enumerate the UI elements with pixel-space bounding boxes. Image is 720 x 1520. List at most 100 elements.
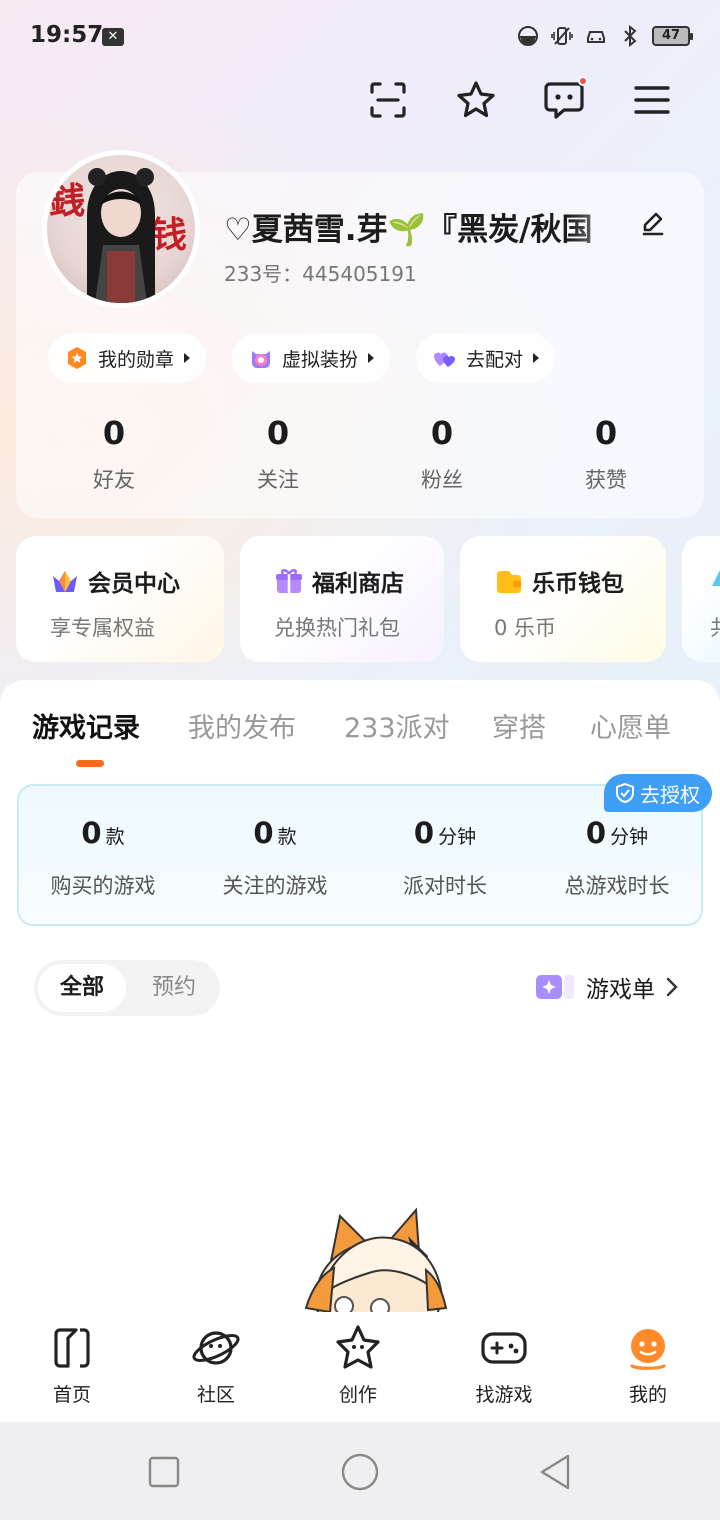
partial-feature-card[interactable]: 共 xyxy=(682,536,720,662)
stat-value: 0 xyxy=(102,414,126,452)
record-label: 总游戏时长 xyxy=(564,874,670,898)
nav-label: 找游戏 xyxy=(475,1384,533,1406)
tab-233-party[interactable]: 233派对 xyxy=(344,706,450,745)
record-filter: 全部 预约 xyxy=(34,960,220,1016)
sparkle-icon xyxy=(536,975,574,999)
gamepad-icon xyxy=(481,1332,527,1364)
edit-icon[interactable] xyxy=(640,210,666,236)
car-icon xyxy=(587,31,605,43)
bluetooth-icon xyxy=(624,24,637,48)
match-chip[interactable]: 去配对 xyxy=(416,333,556,383)
partial-feature-icon xyxy=(712,570,720,586)
nav-create[interactable]: 创作 xyxy=(308,1322,408,1407)
authorize-label: 去授权 xyxy=(640,782,700,807)
mascot-illustration xyxy=(304,1207,448,1312)
tab-wishlist[interactable]: 心愿单 xyxy=(590,706,671,745)
stat-fans[interactable]: 0 粉丝 xyxy=(372,414,512,494)
chip-arrow-icon xyxy=(533,353,540,363)
filter-reserve[interactable]: 预约 xyxy=(134,964,214,1012)
record-label: 派对时长 xyxy=(403,874,487,898)
record-purchased-games[interactable]: 0款 购买的游戏 xyxy=(18,816,188,900)
avatar-dressup-chip[interactable]: 虚拟装扮 xyxy=(232,333,391,383)
data-saver-icon xyxy=(518,26,538,46)
chip-arrow-icon xyxy=(184,353,191,363)
welfare-shop-card[interactable]: 福利商店 兑换热门礼包 xyxy=(240,536,444,662)
feature-subtitle: 共 xyxy=(710,612,720,642)
tab-game-records[interactable]: 游戏记录 xyxy=(32,706,140,745)
scan-icon[interactable] xyxy=(366,78,410,122)
avatar[interactable]: 銭 钱 xyxy=(42,150,200,308)
record-value: 0 xyxy=(413,816,435,850)
status-icons: 47 xyxy=(516,24,693,48)
record-value: 0 xyxy=(81,816,102,850)
stat-friends[interactable]: 0 好友 xyxy=(44,414,184,494)
medal-icon xyxy=(68,347,86,369)
feature-subtitle: 享专属权益 xyxy=(50,616,155,640)
user-id: 233号：445405191 xyxy=(224,262,417,286)
gift-icon xyxy=(276,569,302,593)
star-favorites-icon[interactable] xyxy=(454,78,498,122)
match-label: 去配对 xyxy=(466,348,524,371)
filter-all[interactable]: 全部 xyxy=(38,964,126,1012)
tab-my-posts[interactable]: 我的发布 xyxy=(188,706,296,745)
home-circle-icon[interactable] xyxy=(340,1452,380,1492)
record-total-game-time[interactable]: 0 分钟 总游戏时长 xyxy=(532,816,702,900)
game-list-label: 游戏单 xyxy=(586,977,655,1003)
nav-mine[interactable]: 我的 xyxy=(598,1322,698,1407)
stat-value: 0 xyxy=(266,414,290,452)
status-bar: 19:57 ✕ 47 xyxy=(0,0,720,72)
record-label: 关注的游戏 xyxy=(222,874,328,898)
back-icon[interactable] xyxy=(536,1452,576,1492)
vibrate-icon xyxy=(551,27,573,45)
nav-find-games[interactable]: 找游戏 xyxy=(454,1322,554,1407)
menu-icon[interactable] xyxy=(630,78,674,122)
record-party-time[interactable]: 0 分钟 派对时长 xyxy=(360,816,530,900)
star-create-icon xyxy=(336,1325,380,1369)
unread-dot xyxy=(578,76,588,86)
stat-likes[interactable]: 0 获赞 xyxy=(536,414,676,494)
nav-home[interactable]: 首页 xyxy=(22,1322,122,1407)
stat-label: 关注 xyxy=(257,468,299,492)
avatar-image: 銭 钱 xyxy=(47,155,195,303)
game-list-link[interactable]: 游戏单 xyxy=(536,970,679,1004)
medal-label: 我的勋章 xyxy=(98,348,175,371)
stat-label: 粉丝 xyxy=(421,468,463,492)
medal-chip[interactable]: 我的勋章 xyxy=(48,333,207,383)
vip-center-card[interactable]: 会员中心 享专属权益 xyxy=(16,536,224,662)
stat-value: 0 xyxy=(430,414,454,452)
nav-community[interactable]: 社区 xyxy=(166,1322,266,1407)
feature-title: 会员中心 xyxy=(88,571,180,597)
planet-icon xyxy=(192,1331,240,1365)
nav-label: 社区 xyxy=(196,1384,235,1406)
record-unit: 款 xyxy=(105,826,125,848)
feature-subtitle: 兑换热门礼包 xyxy=(274,616,400,640)
chip-arrow-icon xyxy=(368,353,375,363)
record-unit: 分钟 xyxy=(610,826,649,848)
empty-state-mascot xyxy=(300,1196,460,1312)
coin-wallet-card[interactable]: 乐币钱包 0 乐币 xyxy=(460,536,666,662)
shield-check-icon xyxy=(616,782,634,804)
stat-following[interactable]: 0 关注 xyxy=(208,414,348,494)
recent-apps-icon[interactable] xyxy=(144,1452,184,1492)
record-value: 0 xyxy=(585,816,607,850)
wallet-icon xyxy=(497,571,521,593)
dressup-icon xyxy=(252,351,270,368)
authorize-button[interactable]: 去授权 xyxy=(604,774,712,812)
stat-label: 好友 xyxy=(93,468,135,492)
tab-outfits[interactable]: 穿搭 xyxy=(492,706,546,745)
svg-text:銭: 銭 xyxy=(48,181,85,222)
feature-subtitle: 0 乐币 xyxy=(494,616,557,640)
dressup-label: 虚拟装扮 xyxy=(282,348,359,371)
feature-title: 福利商店 xyxy=(312,571,404,597)
profile-face-icon xyxy=(630,1329,666,1370)
svg-text:钱: 钱 xyxy=(151,215,187,256)
stat-value: 0 xyxy=(594,414,618,452)
message-button[interactable] xyxy=(542,76,588,122)
record-label: 购买的游戏 xyxy=(50,874,156,898)
stat-label: 获赞 xyxy=(585,468,627,492)
battery-indicator: 47 xyxy=(652,26,693,46)
avatar-portrait: 銭 钱 xyxy=(48,168,187,303)
home-icon xyxy=(54,1328,90,1368)
record-followed-games[interactable]: 0款 关注的游戏 xyxy=(190,816,360,900)
active-tab-indicator xyxy=(76,760,104,767)
